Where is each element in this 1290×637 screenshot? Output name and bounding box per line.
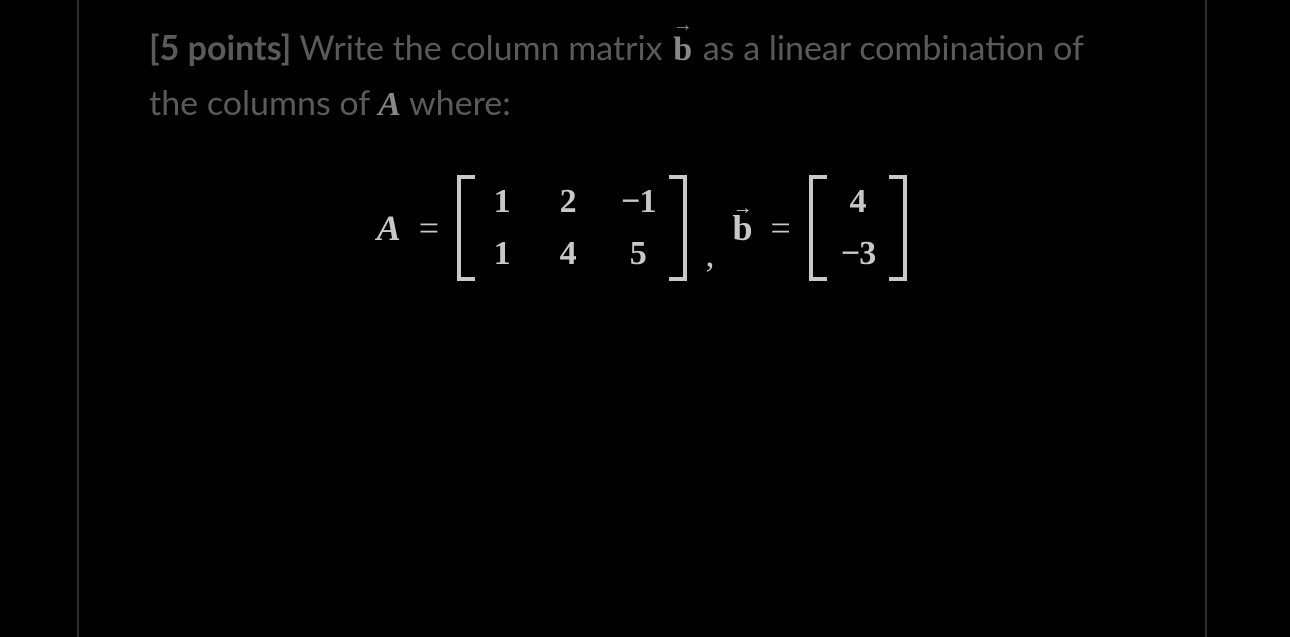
matrix-A-symbol: A [378, 86, 401, 123]
vector-arrow-icon: → [732, 197, 752, 220]
slide-frame: [5 points] Write the column matrix →b as… [77, 0, 1207, 637]
prompt-text-3: where: [401, 82, 511, 123]
matrix-A-body: 1 2 −1 1 4 5 [475, 175, 669, 281]
equals-sign-1: = [419, 207, 439, 249]
points-label: [5 points] [149, 27, 291, 68]
matrix-cell: 4 [555, 235, 581, 273]
left-bracket-icon [809, 175, 827, 281]
A-label: A [377, 207, 401, 249]
matrix-cell: 1 [489, 183, 515, 221]
comma: , [705, 233, 714, 275]
equals-sign-2: = [771, 207, 791, 249]
right-bracket-icon [889, 175, 907, 281]
matrix-A: 1 2 −1 1 4 5 [457, 175, 687, 281]
left-bracket-icon [457, 175, 475, 281]
vector-b: 4 −3 [809, 175, 907, 281]
equation-area: A = 1 2 −1 1 4 5 , → b = [149, 175, 1135, 281]
vector-b-body: 4 −3 [827, 175, 889, 281]
prompt-text-1: Write the column matrix [291, 27, 671, 68]
matrix-cell: −3 [841, 235, 875, 273]
vector-arrow-icon: → [671, 10, 694, 41]
right-bracket-icon [669, 175, 687, 281]
equation: A = 1 2 −1 1 4 5 , → b = [377, 175, 907, 281]
matrix-cell: 2 [555, 183, 581, 221]
vector-b-symbol: →b [671, 24, 694, 77]
matrix-cell: 4 [841, 183, 875, 221]
vector-b-label: → b [732, 207, 752, 249]
matrix-cell: 1 [489, 235, 515, 273]
question-prompt: [5 points] Write the column matrix →b as… [149, 22, 1135, 131]
matrix-cell: −1 [621, 183, 655, 221]
matrix-cell: 5 [621, 235, 655, 273]
